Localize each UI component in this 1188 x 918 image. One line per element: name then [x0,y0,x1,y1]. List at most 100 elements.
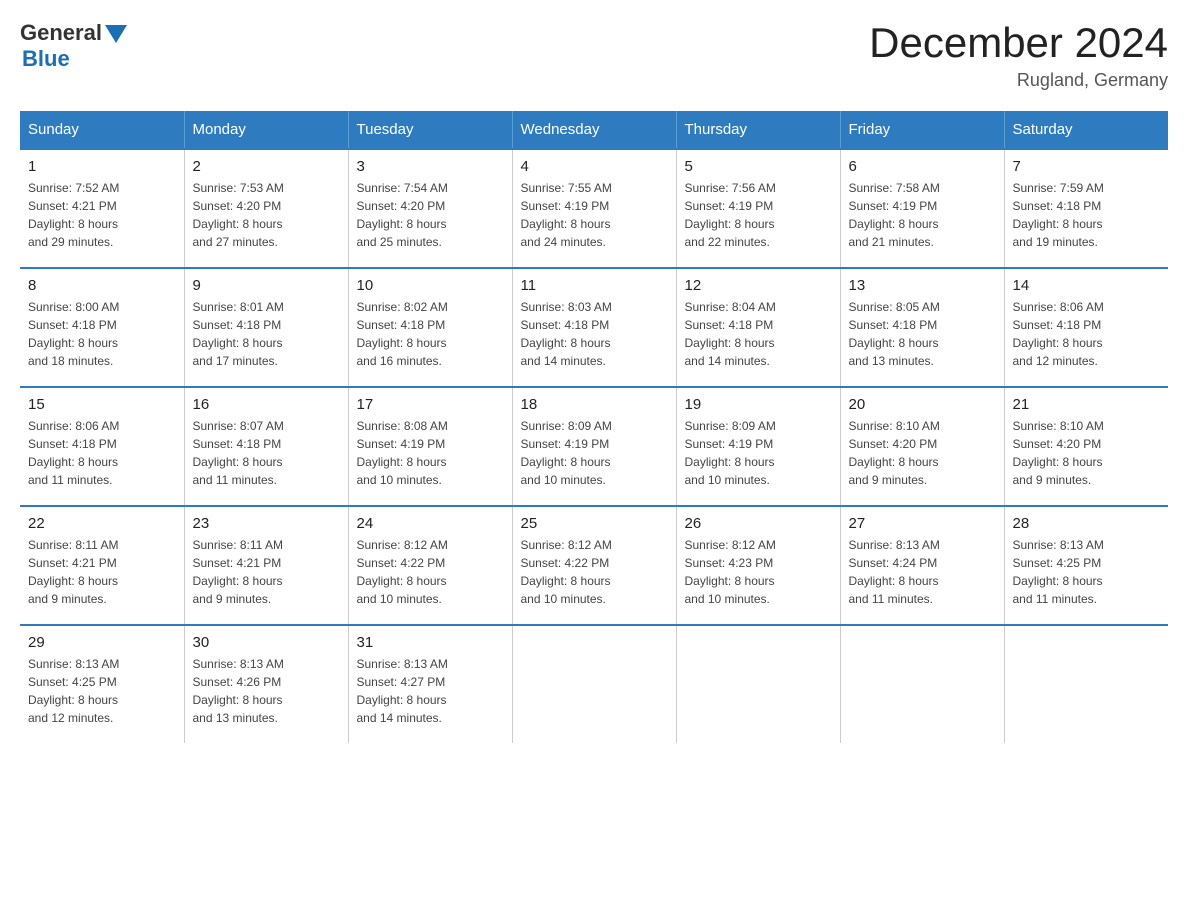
day-info: Sunrise: 8:12 AMSunset: 4:22 PMDaylight:… [521,536,668,608]
day-number: 12 [685,277,832,294]
day-info: Sunrise: 7:55 AMSunset: 4:19 PMDaylight:… [521,179,668,251]
calendar-cell: 15Sunrise: 8:06 AMSunset: 4:18 PMDayligh… [20,387,184,506]
day-info: Sunrise: 8:03 AMSunset: 4:18 PMDaylight:… [521,298,668,370]
day-number: 27 [849,515,996,532]
day-info: Sunrise: 8:13 AMSunset: 4:24 PMDaylight:… [849,536,996,608]
day-number: 24 [357,515,504,532]
header-tuesday: Tuesday [348,111,512,149]
day-info: Sunrise: 7:54 AMSunset: 4:20 PMDaylight:… [357,179,504,251]
calendar-cell [676,625,840,743]
day-number: 16 [193,396,340,413]
calendar-week-row: 15Sunrise: 8:06 AMSunset: 4:18 PMDayligh… [20,387,1168,506]
day-number: 25 [521,515,668,532]
day-number: 21 [1013,396,1161,413]
calendar-cell: 27 Sunrise: 8:13 AMSunset: 4:24 PMDayligh… [840,506,1004,625]
day-info: Sunrise: 8:13 AMSunset: 4:26 PMDaylight:… [193,655,340,727]
day-number: 29 [28,634,176,651]
month-title: December 2024 [869,20,1168,66]
day-number: 10 [357,277,504,294]
day-number: 3 [357,158,504,175]
day-info: Sunrise: 8:01 AMSunset: 4:18 PMDaylight:… [193,298,340,370]
calendar-cell: 13 Sunrise: 8:05 AMSunset: 4:18 PMDayligh… [840,268,1004,387]
day-info: Sunrise: 8:13 AMSunset: 4:25 PMDaylight:… [1013,536,1161,608]
calendar-week-row: 1 Sunrise: 7:52 AMSunset: 4:21 PMDaylight… [20,149,1168,268]
calendar-cell: 12 Sunrise: 8:04 AMSunset: 4:18 PMDayligh… [676,268,840,387]
day-info: Sunrise: 8:12 AMSunset: 4:22 PMDaylight:… [357,536,504,608]
day-number: 2 [193,158,340,175]
day-number: 26 [685,515,832,532]
calendar-cell: 20Sunrise: 8:10 AMSunset: 4:20 PMDayligh… [840,387,1004,506]
calendar-cell: 14 Sunrise: 8:06 AMSunset: 4:18 PMDayligh… [1004,268,1168,387]
day-info: Sunrise: 7:56 AMSunset: 4:19 PMDaylight:… [685,179,832,251]
day-number: 31 [357,634,504,651]
day-info: Sunrise: 8:12 AMSunset: 4:23 PMDaylight:… [685,536,832,608]
calendar-cell [512,625,676,743]
header-sunday: Sunday [20,111,184,149]
calendar-cell: 6Sunrise: 7:58 AMSunset: 4:19 PMDaylight… [840,149,1004,268]
calendar-cell: 30Sunrise: 8:13 AMSunset: 4:26 PMDayligh… [184,625,348,743]
calendar-cell [840,625,1004,743]
day-info: Sunrise: 8:10 AMSunset: 4:20 PMDaylight:… [1013,417,1161,489]
header-thursday: Thursday [676,111,840,149]
logo: General Blue [20,20,127,72]
day-number: 7 [1013,158,1161,175]
day-info: Sunrise: 7:53 AMSunset: 4:20 PMDaylight:… [193,179,340,251]
calendar-cell: 28 Sunrise: 8:13 AMSunset: 4:25 PMDayligh… [1004,506,1168,625]
day-number: 8 [28,277,176,294]
header-saturday: Saturday [1004,111,1168,149]
header-wednesday: Wednesday [512,111,676,149]
day-info: Sunrise: 7:52 AMSunset: 4:21 PMDaylight:… [28,179,176,251]
calendar-cell: 5Sunrise: 7:56 AMSunset: 4:19 PMDaylight… [676,149,840,268]
calendar-week-row: 22 Sunrise: 8:11 AMSunset: 4:21 PMDayligh… [20,506,1168,625]
calendar-cell: 3 Sunrise: 7:54 AMSunset: 4:20 PMDaylight… [348,149,512,268]
calendar-cell: 17Sunrise: 8:08 AMSunset: 4:19 PMDayligh… [348,387,512,506]
day-number: 17 [357,396,504,413]
day-info: Sunrise: 7:59 AMSunset: 4:18 PMDaylight:… [1013,179,1161,251]
day-number: 14 [1013,277,1161,294]
logo-triangle-icon [105,25,127,43]
page-header: General Blue December 2024 Rugland, Germ… [20,20,1168,91]
calendar-week-row: 8 Sunrise: 8:00 AMSunset: 4:18 PMDaylight… [20,268,1168,387]
logo-blue-text: Blue [22,46,70,72]
day-info: Sunrise: 8:07 AMSunset: 4:18 PMDaylight:… [193,417,340,489]
day-info: Sunrise: 8:06 AMSunset: 4:18 PMDaylight:… [28,417,176,489]
day-number: 1 [28,158,176,175]
day-info: Sunrise: 8:06 AMSunset: 4:18 PMDaylight:… [1013,298,1161,370]
day-number: 28 [1013,515,1161,532]
day-info: Sunrise: 8:02 AMSunset: 4:18 PMDaylight:… [357,298,504,370]
day-info: Sunrise: 8:05 AMSunset: 4:18 PMDaylight:… [849,298,996,370]
header-monday: Monday [184,111,348,149]
calendar-cell: 10 Sunrise: 8:02 AMSunset: 4:18 PMDayligh… [348,268,512,387]
calendar-cell: 26 Sunrise: 8:12 AMSunset: 4:23 PMDayligh… [676,506,840,625]
day-number: 20 [849,396,996,413]
day-info: Sunrise: 8:11 AMSunset: 4:21 PMDaylight:… [28,536,176,608]
calendar-cell: 4 Sunrise: 7:55 AMSunset: 4:19 PMDaylight… [512,149,676,268]
calendar-cell: 16 Sunrise: 8:07 AMSunset: 4:18 PMDayligh… [184,387,348,506]
calendar-cell: 8 Sunrise: 8:00 AMSunset: 4:18 PMDaylight… [20,268,184,387]
calendar-header-row: SundayMondayTuesdayWednesdayThursdayFrid… [20,111,1168,149]
day-info: Sunrise: 8:04 AMSunset: 4:18 PMDaylight:… [685,298,832,370]
calendar-cell: 9 Sunrise: 8:01 AMSunset: 4:18 PMDaylight… [184,268,348,387]
calendar-cell: 7 Sunrise: 7:59 AMSunset: 4:18 PMDaylight… [1004,149,1168,268]
calendar-cell: 18Sunrise: 8:09 AMSunset: 4:19 PMDayligh… [512,387,676,506]
calendar-cell: 24 Sunrise: 8:12 AMSunset: 4:22 PMDayligh… [348,506,512,625]
calendar-cell: 11 Sunrise: 8:03 AMSunset: 4:18 PMDayligh… [512,268,676,387]
day-number: 9 [193,277,340,294]
header-friday: Friday [840,111,1004,149]
calendar-cell: 2 Sunrise: 7:53 AMSunset: 4:20 PMDaylight… [184,149,348,268]
calendar-week-row: 29Sunrise: 8:13 AMSunset: 4:25 PMDayligh… [20,625,1168,743]
day-number: 13 [849,277,996,294]
day-number: 6 [849,158,996,175]
day-number: 4 [521,158,668,175]
calendar-cell: 22 Sunrise: 8:11 AMSunset: 4:21 PMDayligh… [20,506,184,625]
day-number: 18 [521,396,668,413]
day-number: 22 [28,515,176,532]
calendar-table: SundayMondayTuesdayWednesdayThursdayFrid… [20,111,1168,743]
day-number: 11 [521,277,668,294]
calendar-cell: 31Sunrise: 8:13 AMSunset: 4:27 PMDayligh… [348,625,512,743]
calendar-cell: 19Sunrise: 8:09 AMSunset: 4:19 PMDayligh… [676,387,840,506]
calendar-cell [1004,625,1168,743]
day-info: Sunrise: 8:00 AMSunset: 4:18 PMDaylight:… [28,298,176,370]
day-info: Sunrise: 8:09 AMSunset: 4:19 PMDaylight:… [685,417,832,489]
logo-general-text: General [20,20,102,46]
